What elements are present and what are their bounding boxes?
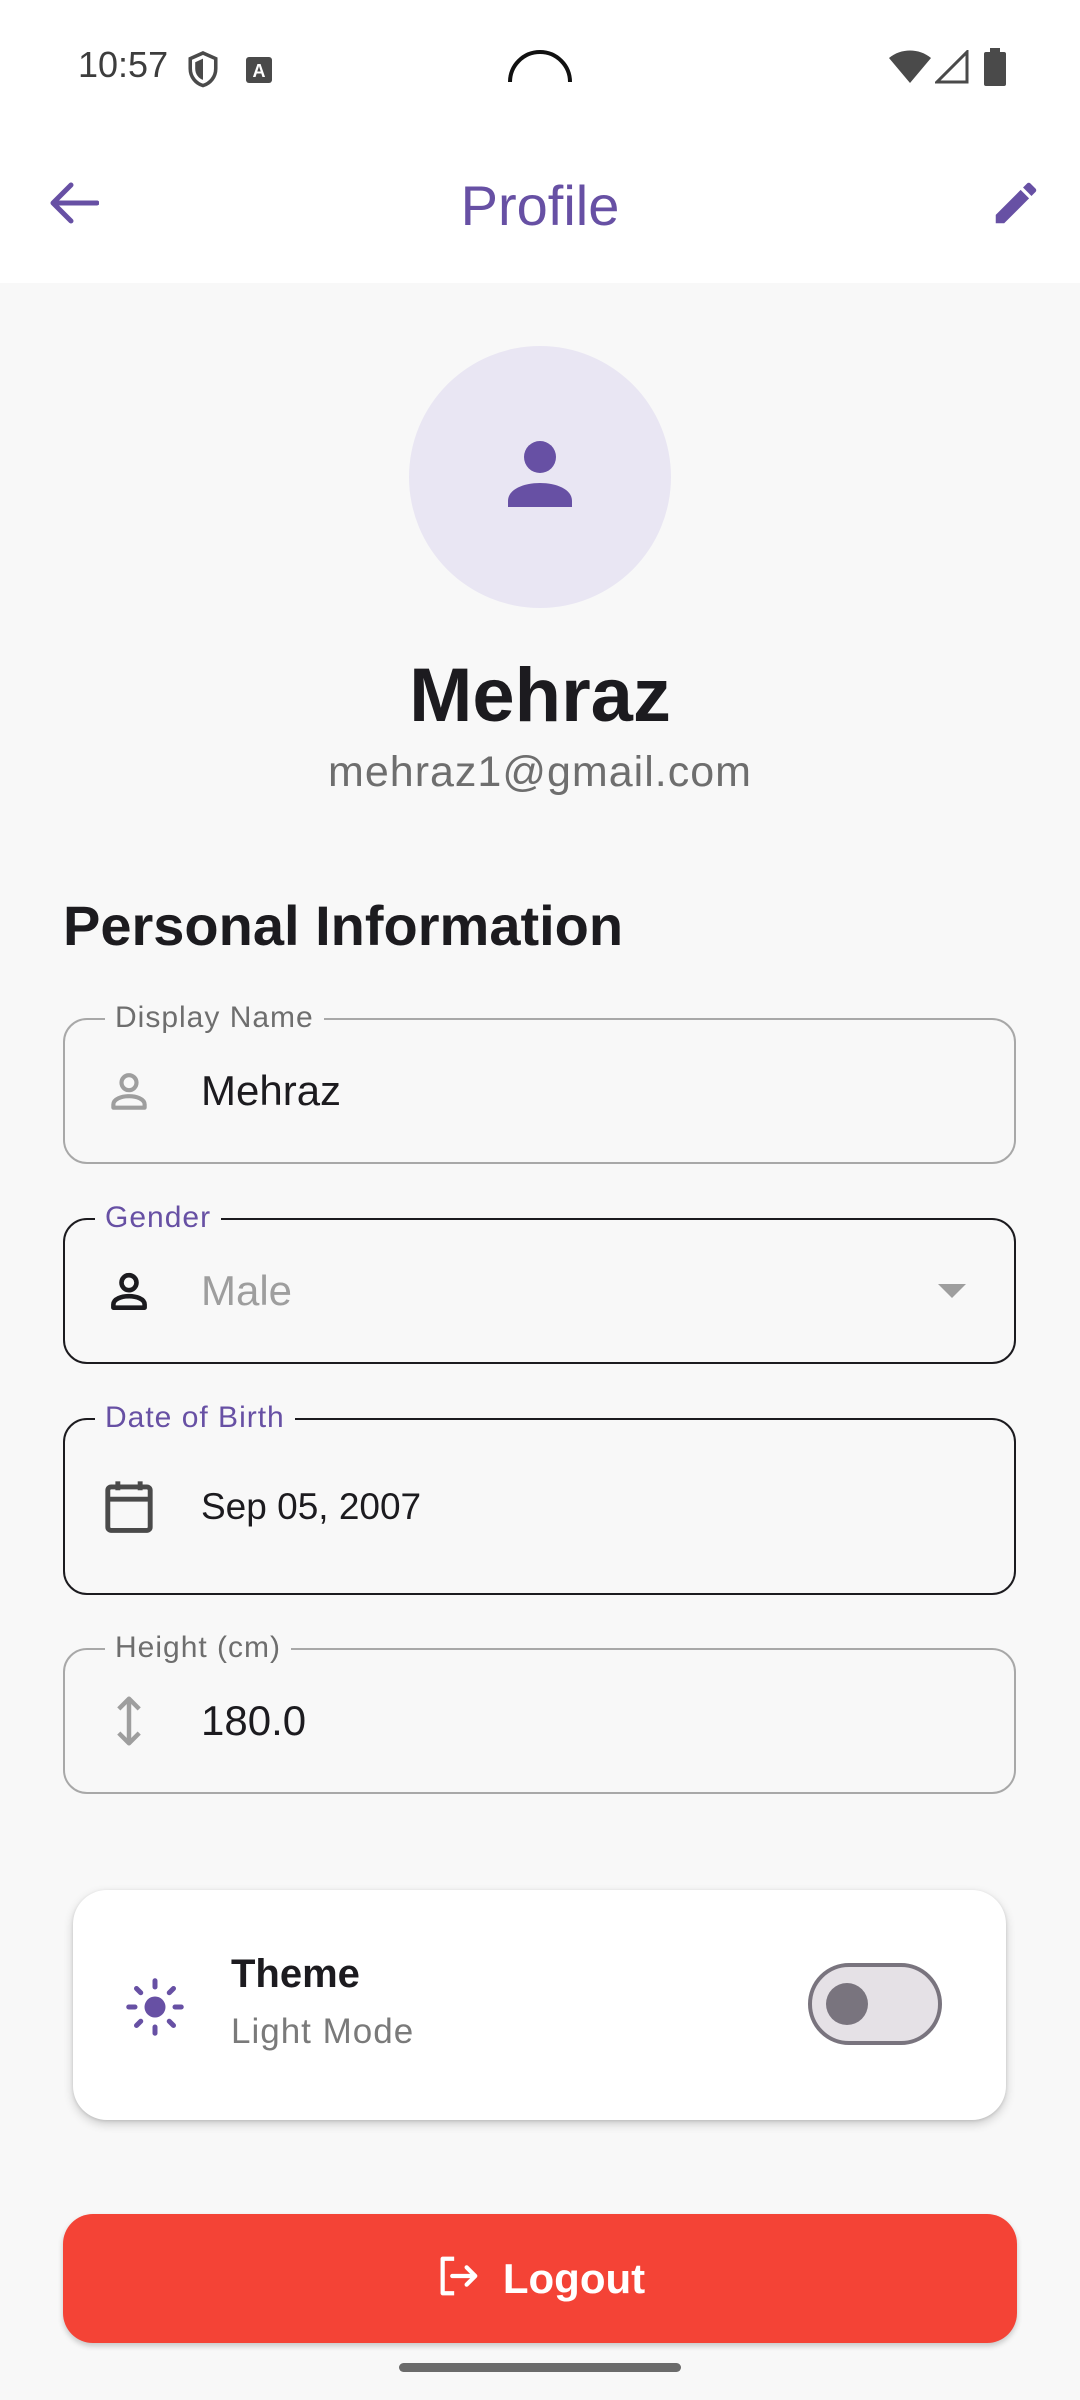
person-outline-icon	[101, 1263, 157, 1319]
theme-title: Theme	[231, 1952, 360, 1996]
person-icon	[492, 427, 588, 528]
section-title: Personal Information	[63, 894, 624, 957]
profile-email: mehraz1@gmail.com	[328, 748, 752, 796]
edit-button[interactable]	[968, 157, 1064, 253]
gender-value: Male	[201, 1267, 293, 1314]
camera-cutout-icon	[504, 32, 576, 109]
avatar[interactable]	[409, 346, 671, 608]
profile-name: Mehraz	[409, 653, 671, 738]
logout-label: Logout	[502, 2254, 646, 2302]
height-value: 180.0	[201, 1697, 307, 1744]
dropdown-arrow-icon	[938, 1284, 966, 1298]
status-bar: 10:57 A	[0, 0, 1080, 130]
keyboard-a-icon: A	[246, 57, 272, 88]
date-of-birth-field[interactable]: Date of Birth Sep 05, 2007	[63, 1398, 1016, 1595]
display-name-value: Mehraz	[201, 1067, 342, 1114]
display-name-field[interactable]: Display Name Mehraz	[63, 998, 1016, 1164]
theme-card: Theme Light Mode	[73, 1890, 1006, 2120]
svg-text:A: A	[253, 61, 266, 81]
battery-icon	[984, 48, 1006, 91]
page-title: Profile	[460, 174, 620, 237]
calendar-icon	[101, 1479, 157, 1535]
cellular-signal-icon	[933, 48, 969, 89]
gender-label: Gender	[95, 1198, 222, 1238]
height-field[interactable]: Height (cm) 180.0	[63, 1628, 1016, 1794]
vertical-arrows-icon	[101, 1693, 157, 1749]
date-of-birth-value: Sep 05, 2007	[201, 1485, 422, 1527]
wifi-icon	[889, 50, 931, 89]
date-of-birth-label: Date of Birth	[95, 1398, 295, 1438]
theme-toggle-switch[interactable]	[808, 1963, 942, 2045]
display-name-label: Display Name	[105, 998, 324, 1038]
edit-pencil-icon	[989, 176, 1043, 235]
toggle-knob	[826, 1983, 868, 2025]
height-label: Height (cm)	[105, 1628, 292, 1668]
app-bar: Profile	[0, 130, 1080, 283]
person-outline-icon	[101, 1063, 157, 1119]
theme-subtitle: Light Mode	[231, 2012, 415, 2051]
logout-button[interactable]: Logout	[63, 2214, 1017, 2343]
shield-icon	[186, 50, 220, 95]
logout-icon	[435, 2253, 481, 2304]
status-time: 10:57	[78, 44, 169, 85]
home-indicator[interactable]	[399, 2363, 681, 2372]
profile-screen: 10:57 A Profile Mehraz mehraz1@gmail.com…	[0, 0, 1080, 2400]
sun-icon	[125, 1977, 185, 2037]
gender-dropdown[interactable]: Gender Male	[63, 1198, 1016, 1364]
